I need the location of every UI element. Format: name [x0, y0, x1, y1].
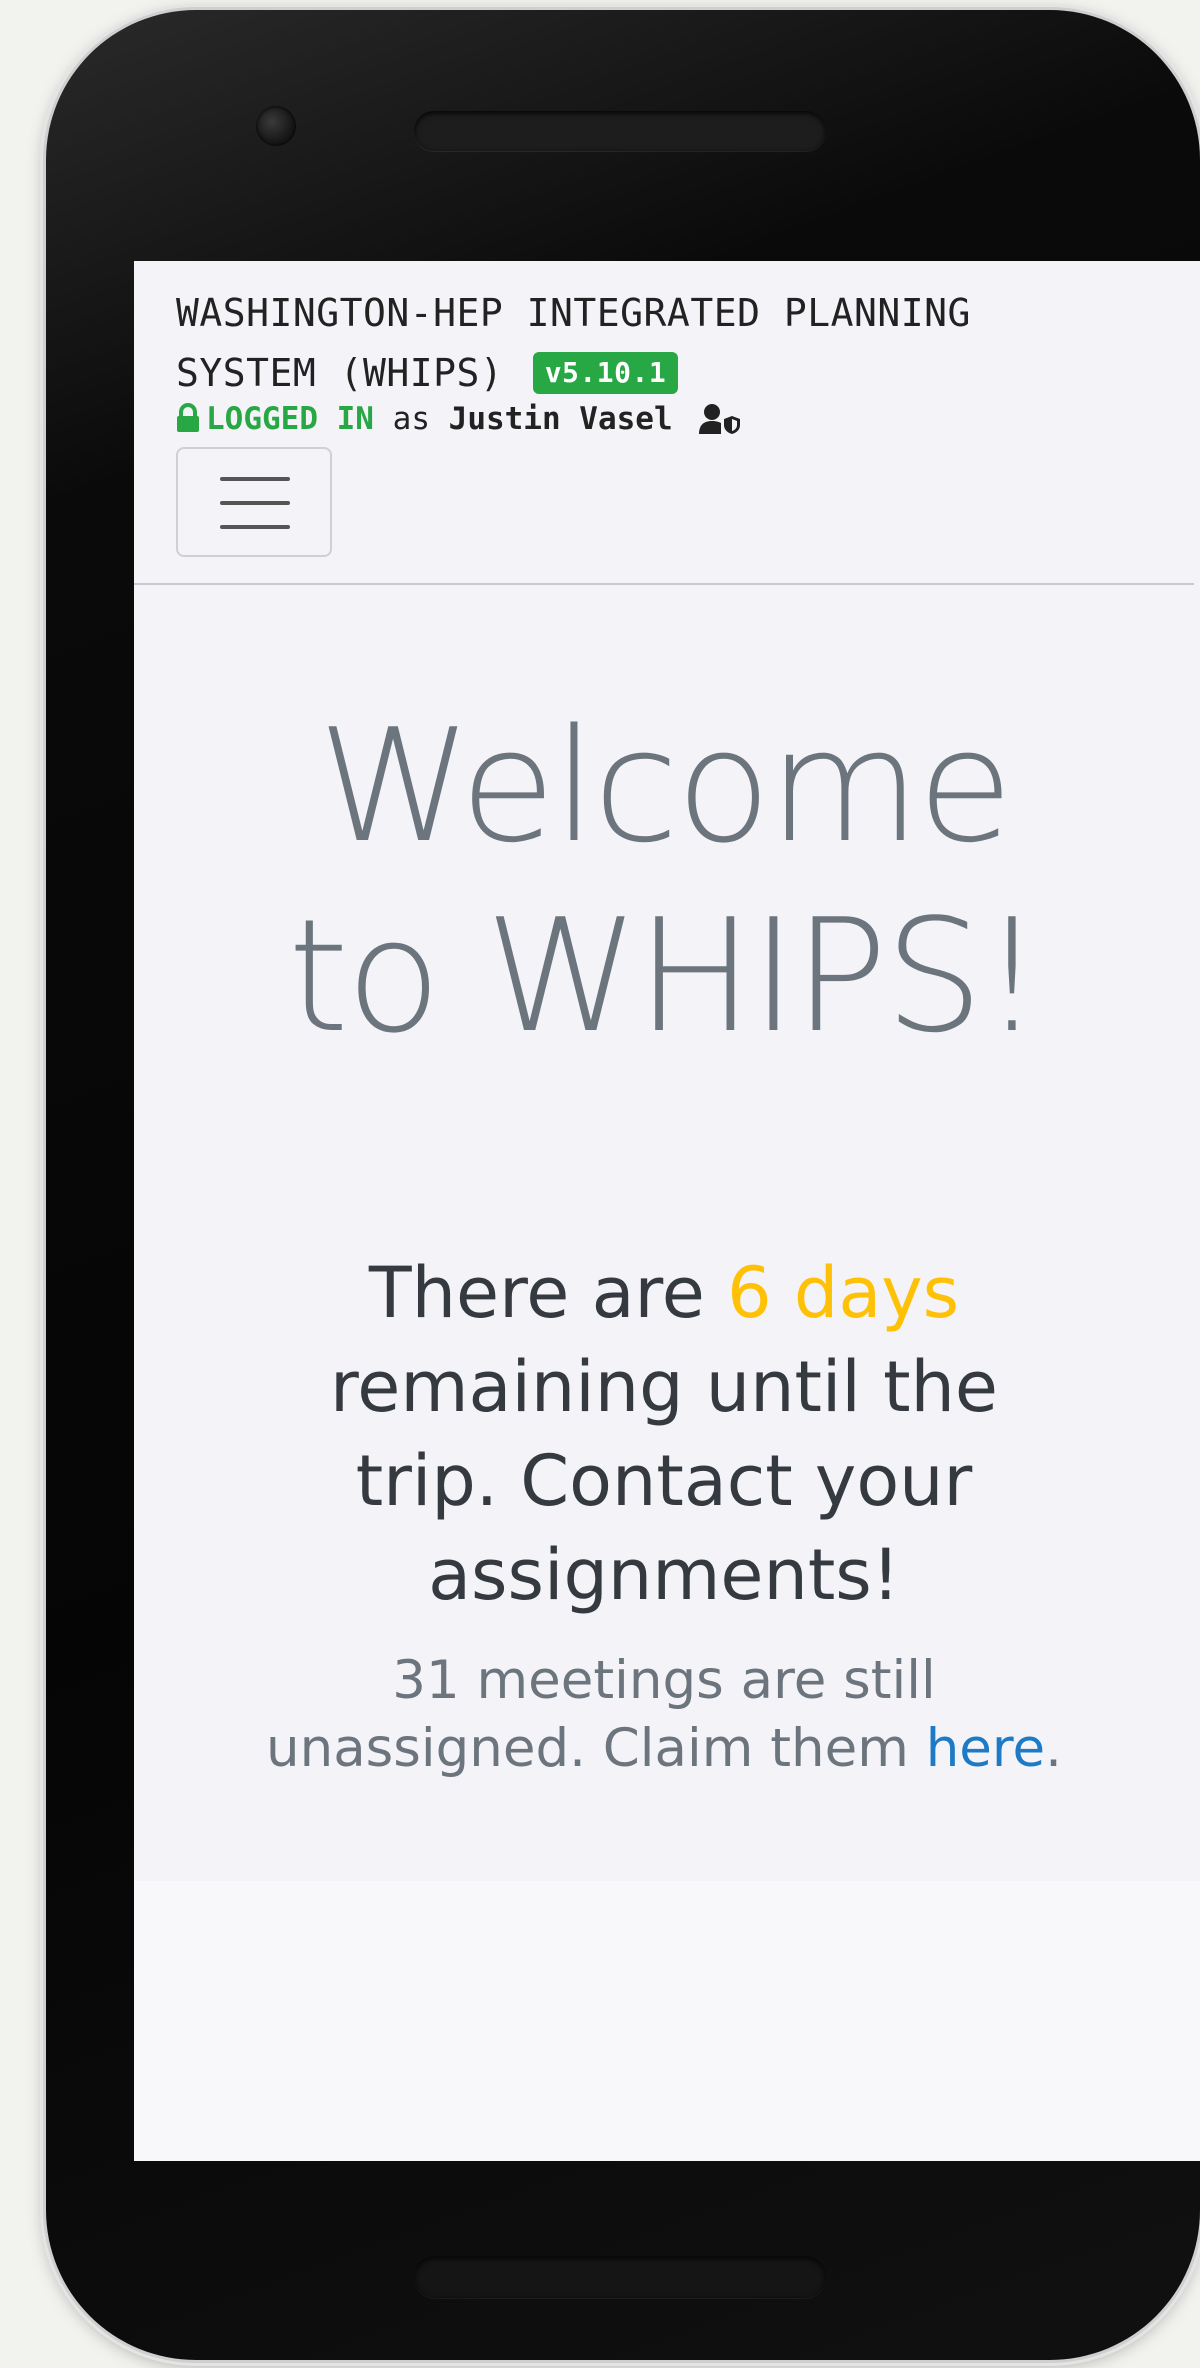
phone-screen: WASHINGTON-HEP INTEGRATED PLANNING SYSTE… — [134, 261, 1200, 2161]
meetings-text: 31 meetings are still unassigned. Claim … — [266, 1650, 936, 1779]
countdown-days: 6 days — [727, 1252, 960, 1334]
logged-in-label: LOGGED IN — [206, 401, 374, 437]
version-badge: v5.10.1 — [532, 352, 679, 394]
countdown-message: There are 6 days remaining until the tri… — [284, 1246, 1044, 1622]
hamburger-menu-icon-bar — [220, 501, 290, 505]
brand[interactable]: WASHINGTON-HEP INTEGRATED PLANNING SYSTE… — [176, 283, 1116, 403]
top-speaker — [414, 111, 826, 151]
countdown-prefix: There are — [368, 1252, 705, 1334]
login-status-line: LOGGED IN as Justin Vasel — [176, 397, 741, 447]
lock-icon — [176, 401, 200, 445]
phone-frame: WASHINGTON-HEP INTEGRATED PLANNING SYSTE… — [46, 10, 1200, 2360]
user-shield-icon — [699, 403, 741, 447]
claim-meetings-link[interactable]: here — [926, 1718, 1045, 1779]
hamburger-menu-icon — [220, 477, 290, 481]
front-camera — [256, 106, 296, 146]
login-as-label: as — [392, 401, 430, 437]
bottom-speaker — [414, 2256, 826, 2298]
hamburger-menu-icon-bar — [220, 525, 290, 529]
welcome-heading: Welcome to WHIPS! — [134, 691, 1194, 1071]
welcome-line-2: to WHIPS! — [287, 885, 1043, 1067]
navbar: WASHINGTON-HEP INTEGRATED PLANNING SYSTE… — [134, 261, 1194, 585]
unassigned-meetings-message: 31 meetings are still unassigned. Claim … — [264, 1647, 1064, 1783]
meetings-end: . — [1045, 1718, 1062, 1779]
screen-background — [134, 1881, 1200, 2161]
user-name[interactable]: Justin Vasel — [449, 401, 673, 437]
countdown-suffix: remaining until the trip. Contact your a… — [330, 1346, 998, 1616]
welcome-line-1: Welcome — [317, 695, 1014, 877]
navbar-toggler-button[interactable] — [176, 447, 332, 557]
